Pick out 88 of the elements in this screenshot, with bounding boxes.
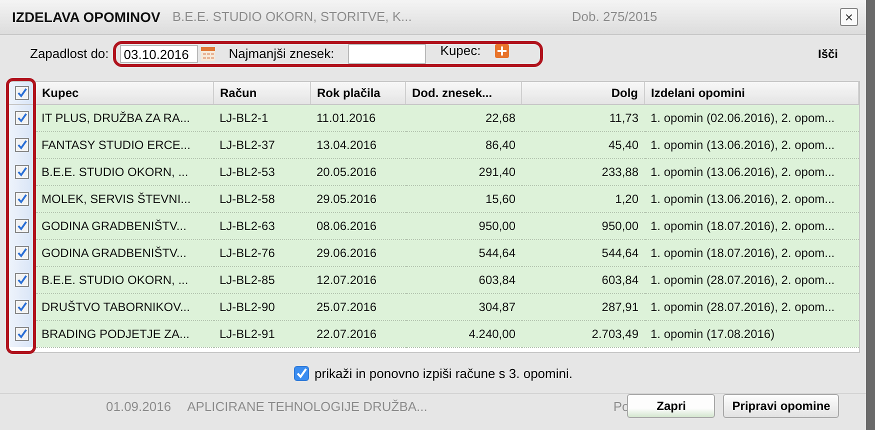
table-cell: 950,00 xyxy=(406,212,522,240)
add-icon[interactable] xyxy=(494,44,509,58)
background-text: APLICIRANE TEHNOLOGIJE DRUŽBA... xyxy=(187,398,428,414)
table-cell: 1. opomin (02.06.2016), 2. opom... xyxy=(644,104,858,132)
table-cell: 1. opomin (13.06.2016), 2. opom... xyxy=(644,185,858,212)
table-cell: IT PLUS, DRUŽBA ZA RA... xyxy=(36,104,214,132)
table-cell: 45,40 xyxy=(522,131,644,158)
column-header[interactable]: Dolg xyxy=(522,82,644,104)
background-text: Dob. 275/2015 xyxy=(572,9,658,24)
row-checkbox[interactable] xyxy=(15,273,30,288)
table-cell: 1. opomin (18.07.2016), 2. opom... xyxy=(644,212,858,240)
table-cell: 233,88 xyxy=(522,158,644,186)
customer-label: Kupec: xyxy=(440,43,481,58)
table-cell: LJ-BL2-53 xyxy=(214,158,310,186)
table-cell: 12.07.2016 xyxy=(310,266,406,294)
table-cell: 2.703,49 xyxy=(522,320,644,348)
background-text: 01.09.2016 xyxy=(106,398,172,414)
table-cell: LJ-BL2-63 xyxy=(214,212,310,240)
background-text: B.E.E. STUDIO OKORN, STORITVE, K... xyxy=(172,9,412,24)
table-cell: LJ-BL2-37 xyxy=(214,131,310,158)
table-cell: 603,84 xyxy=(522,266,644,294)
table-cell: 11.01.2016 xyxy=(310,104,406,132)
table-cell: 1. opomin (18.07.2016), 2. opom... xyxy=(644,239,858,266)
column-header[interactable]: Kupec xyxy=(36,82,214,104)
table-cell: 544,64 xyxy=(522,239,644,266)
table-cell: 287,91 xyxy=(522,293,644,320)
select-all-checkbox[interactable] xyxy=(15,86,29,100)
table-cell: 22,68 xyxy=(406,104,522,132)
table-cell: B.E.E. STUDIO OKORN, ... xyxy=(36,158,214,186)
due-date-label: Zapadlost do: xyxy=(30,46,109,62)
table-cell: 4.240,00 xyxy=(406,320,522,348)
table-cell: 1. opomin (13.06.2016), 2. opom... xyxy=(644,131,858,158)
row-checkbox[interactable] xyxy=(15,219,30,234)
row-checkbox[interactable] xyxy=(15,300,30,314)
table-cell: 20.05.2016 xyxy=(310,158,406,186)
column-header[interactable]: Rok plačila xyxy=(310,82,406,104)
table-cell: 29.06.2016 xyxy=(310,239,406,266)
table-cell: GODINA GRADBENIŠTV... xyxy=(36,212,214,240)
table-cell: LJ-BL2-85 xyxy=(214,266,310,294)
table-cell: LJ-BL2-90 xyxy=(214,293,310,320)
window-title: IZDELAVA OPOMINOV xyxy=(12,8,160,25)
table-cell: 304,87 xyxy=(406,293,522,320)
table-cell: LJ-BL2-1 xyxy=(214,104,310,132)
table-cell: MOLEK, SERVIS ŠTEVNI... xyxy=(36,185,214,212)
dialog-button[interactable]: Zapri xyxy=(627,394,716,418)
search-button[interactable]: Išči xyxy=(818,46,838,61)
row-checkbox[interactable] xyxy=(15,327,30,342)
option-label: prikaži in ponovno izpiši račune s 3. opomini. xyxy=(314,366,572,381)
dialog-button[interactable]: Pripravi opomine xyxy=(723,394,840,418)
table-cell: LJ-BL2-91 xyxy=(214,320,310,348)
row-checkbox[interactable] xyxy=(15,192,30,206)
table-cell: 22.07.2016 xyxy=(310,320,406,348)
table-cell: 1. opomin (28.07.2016), 2. opom... xyxy=(644,266,858,294)
table-cell: 1. opomin (17.08.2016) xyxy=(644,320,858,348)
column-header[interactable]: Račun xyxy=(214,82,310,104)
close-button[interactable]: × xyxy=(840,8,858,26)
column-header[interactable]: Izdelani opomini xyxy=(644,82,858,104)
table-cell: 08.06.2016 xyxy=(310,212,406,240)
table-cell: FANTASY STUDIO ERCE... xyxy=(36,131,214,158)
table-cell: 86,40 xyxy=(406,131,522,158)
table-cell: 544,64 xyxy=(406,239,522,266)
table-cell: 950,00 xyxy=(522,212,644,240)
table-cell: GODINA GRADBENIŠTV... xyxy=(36,239,214,266)
date-field[interactable]: 03.10.2016 xyxy=(120,44,198,63)
calendar-icon[interactable] xyxy=(200,46,215,61)
option-checkbox[interactable] xyxy=(294,366,309,381)
row-checkbox[interactable] xyxy=(15,138,30,152)
table-cell: LJ-BL2-58 xyxy=(214,185,310,212)
table-cell: DRUŠTVO TABORNIKOV... xyxy=(36,293,214,320)
min-amount-field[interactable] xyxy=(348,44,426,64)
table-cell: 1,20 xyxy=(522,185,644,212)
table-cell: 11,73 xyxy=(522,104,644,132)
row-checkbox[interactable] xyxy=(15,165,30,180)
table-cell: 15,60 xyxy=(406,185,522,212)
column-header[interactable]: Dod. znesek... xyxy=(406,82,522,104)
table-cell: 1. opomin (13.06.2016), 2. opom... xyxy=(644,158,858,186)
table-cell: LJ-BL2-76 xyxy=(214,239,310,266)
table-cell: 291,40 xyxy=(406,158,522,186)
table-cell: BRADING PODJETJE ZA... xyxy=(36,320,214,348)
table-cell: 25.07.2016 xyxy=(310,293,406,320)
table-cell: 1. opomin (28.07.2016), 2. opom... xyxy=(644,293,858,320)
table-cell: 603,84 xyxy=(406,266,522,294)
table-cell: 13.04.2016 xyxy=(310,131,406,158)
table-cell: 29.05.2016 xyxy=(310,185,406,212)
table-cell: B.E.E. STUDIO OKORN, ... xyxy=(36,266,214,294)
row-checkbox[interactable] xyxy=(15,111,30,126)
min-amount-label: Najmanjši znesek: xyxy=(228,46,334,62)
row-checkbox[interactable] xyxy=(15,246,30,260)
